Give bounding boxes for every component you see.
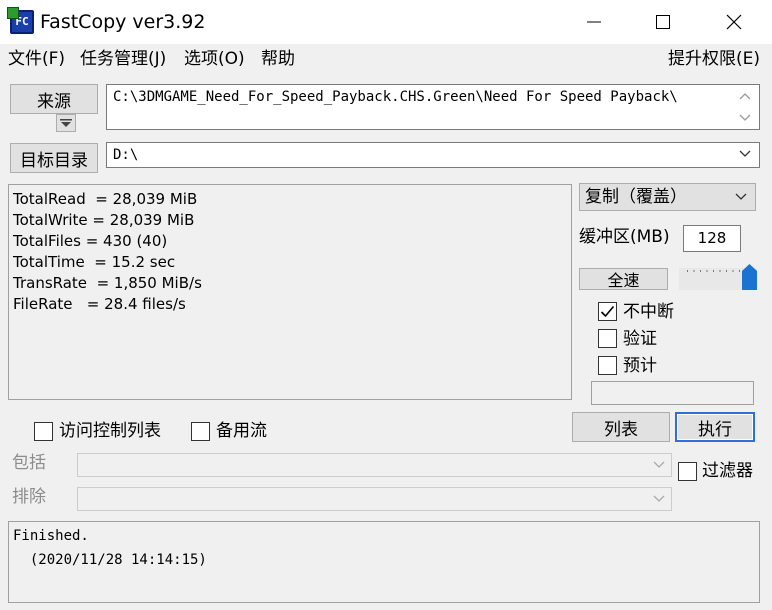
stat-total-read: TotalRead = 28,039 MiB — [13, 190, 198, 208]
source-history-button[interactable] — [56, 114, 76, 132]
execute-button[interactable]: 执行 — [675, 412, 755, 442]
slider-tick — [687, 270, 688, 272]
slider-tick — [706, 270, 708, 272]
speed-slider[interactable] — [679, 264, 757, 290]
acl-label: 访问控制列表 — [59, 421, 161, 441]
maximize-button[interactable] — [639, 0, 687, 44]
slider-tick — [693, 270, 695, 272]
minimize-button[interactable] — [570, 0, 618, 44]
copy-mode-value: 复制（覆盖） — [585, 187, 687, 207]
copy-mode-select[interactable]: 复制（覆盖） — [579, 183, 756, 211]
exclude-label: 排除 — [12, 487, 46, 507]
check-icon — [600, 305, 615, 318]
log-line-finished: Finished. — [13, 528, 89, 544]
verify-label: 验证 — [623, 329, 657, 349]
exclude-filter-input[interactable] — [77, 487, 672, 511]
estimate-label: 预计 — [623, 356, 657, 376]
slider-tick — [732, 270, 734, 272]
include-label: 包括 — [12, 453, 46, 473]
slider-tick — [726, 270, 727, 272]
slider-tick — [713, 270, 714, 272]
acl-checkbox[interactable] — [34, 422, 53, 441]
filter-checkbox[interactable] — [678, 462, 697, 481]
include-dropdown-icon — [650, 457, 668, 473]
progress-area — [591, 381, 754, 405]
stat-total-files: TotalFiles = 430 (40) — [13, 232, 168, 250]
source-scroll-down-icon[interactable] — [736, 110, 754, 126]
source-scroll-up-icon[interactable] — [736, 88, 754, 104]
alt-stream-label: 备用流 — [216, 421, 267, 441]
fastcopy-app-icon: FC — [7, 7, 34, 34]
slider-tick — [700, 270, 701, 272]
verify-checkbox[interactable] — [598, 329, 617, 348]
nonstop-label: 不中断 — [623, 302, 674, 322]
destination-path-input[interactable]: D:\ — [106, 142, 760, 168]
alt-stream-checkbox[interactable] — [191, 422, 210, 441]
exclude-dropdown-icon — [650, 491, 668, 507]
close-button[interactable] — [710, 0, 758, 44]
maximize-icon — [656, 15, 670, 29]
menu-file[interactable]: 文件(F) — [8, 48, 65, 70]
close-icon — [726, 14, 742, 30]
source-button[interactable]: 来源 — [10, 84, 98, 114]
include-filter-input[interactable] — [77, 453, 672, 477]
menu-jobs[interactable]: 任务管理(J) — [80, 48, 166, 70]
menu-elevate[interactable]: 提升权限(E) — [668, 48, 760, 70]
slider-tick — [739, 270, 740, 272]
destination-button[interactable]: 目标目录 — [10, 143, 98, 173]
slider-tick — [719, 270, 721, 272]
stat-total-write: TotalWrite = 28,039 MiB — [13, 211, 195, 229]
speed-slider-thumb[interactable] — [742, 264, 757, 290]
minimize-icon — [587, 21, 601, 23]
buffer-size-input[interactable]: 128 — [683, 225, 741, 252]
source-path-input[interactable]: C:\3DMGAME_Need_For_Speed_Payback.CHS.Gr… — [106, 84, 760, 130]
window-title: FastCopy ver3.92 — [40, 11, 206, 33]
log-line-timestamp: (2020/11/28 14:14:15) — [13, 552, 207, 568]
triangle-down-icon — [60, 119, 72, 127]
full-speed-button[interactable]: 全速 — [579, 268, 668, 290]
status-panel: TotalRead = 28,039 MiB TotalWrite = 28,0… — [8, 184, 572, 400]
stat-trans-rate: TransRate = 1,850 MiB/s — [13, 274, 202, 292]
copy-mode-chevron-icon — [732, 189, 750, 205]
list-button[interactable]: 列表 — [572, 412, 670, 442]
destination-dropdown-icon[interactable] — [736, 146, 754, 162]
log-panel: Finished. (2020/11/28 14:14:15) — [8, 521, 760, 603]
stat-total-time: TotalTime = 15.2 sec — [13, 253, 176, 271]
filter-label: 过滤器 — [702, 461, 753, 481]
estimate-checkbox[interactable] — [598, 356, 617, 375]
nonstop-checkbox[interactable] — [598, 302, 617, 321]
menu-help[interactable]: 帮助 — [261, 48, 295, 70]
buffer-label: 缓冲区(MB) — [579, 227, 670, 247]
menu-options[interactable]: 选项(O) — [184, 48, 245, 70]
stat-file-rate: FileRate = 28.4 files/s — [13, 295, 186, 313]
